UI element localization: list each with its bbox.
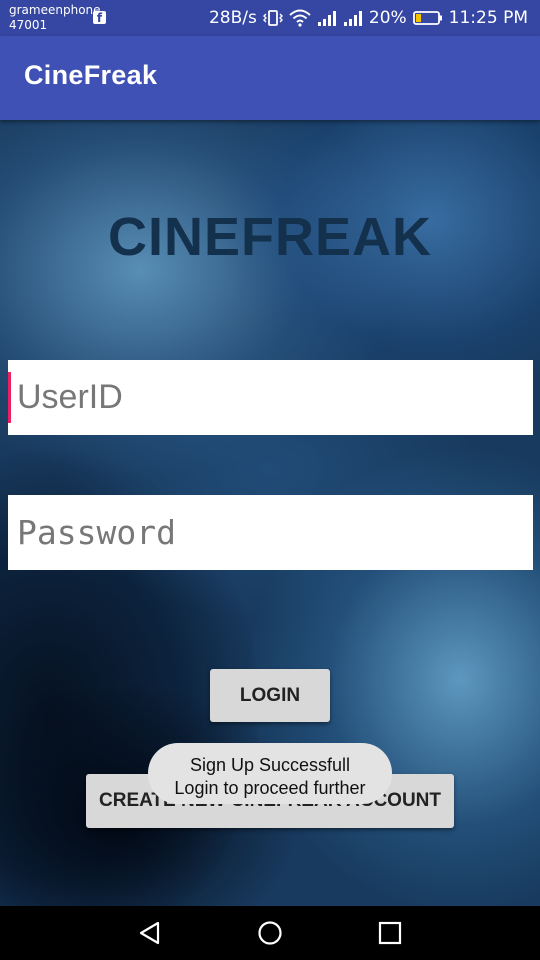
back-icon[interactable] <box>136 919 164 947</box>
battery-percent: 20% <box>368 8 407 28</box>
facebook-icon: f <box>93 11 106 25</box>
signal-icon <box>343 11 362 26</box>
vibrate-icon <box>262 10 283 26</box>
app-bar: CineFreak <box>0 36 540 120</box>
app-title: CineFreak <box>24 60 158 90</box>
clock: 11:25 PM <box>448 8 528 28</box>
userid-input[interactable] <box>8 360 533 435</box>
text-cursor <box>8 372 11 423</box>
userid-field[interactable] <box>8 360 533 435</box>
password-input[interactable] <box>8 495 533 570</box>
toast-line-2: Login to proceed further <box>174 778 366 798</box>
home-icon[interactable] <box>256 919 284 947</box>
carrier-code: 47001 <box>9 18 48 32</box>
navigation-bar <box>0 906 540 960</box>
status-icons: 28B/s 20% 11:25 PM <box>209 0 528 36</box>
network-speed: 28B/s <box>208 8 257 28</box>
brand-logo-text: CINEFREAK <box>107 207 432 267</box>
signal-icon <box>317 11 336 26</box>
login-button[interactable]: LOGIN <box>210 669 330 722</box>
wifi-icon <box>289 9 311 27</box>
toast-line-1: Sign Up Successfull <box>189 755 351 775</box>
battery-icon <box>412 11 442 25</box>
carrier-name: grameenphone <box>9 3 101 17</box>
app-screen: grameenphone 47001 f 28B/s 20% 11:25 PM … <box>0 0 540 960</box>
status-bar: grameenphone 47001 f 28B/s 20% 11:25 PM <box>0 0 540 36</box>
signup-toast: Sign Up Successfull Login to proceed fur… <box>148 743 392 804</box>
login-screen: CINEFREAK LOGIN CREATE NEW CINEFREAK ACC… <box>0 120 540 906</box>
carrier-info: grameenphone 47001 <box>9 3 101 33</box>
password-field[interactable] <box>8 495 533 570</box>
recents-icon[interactable] <box>376 919 404 947</box>
